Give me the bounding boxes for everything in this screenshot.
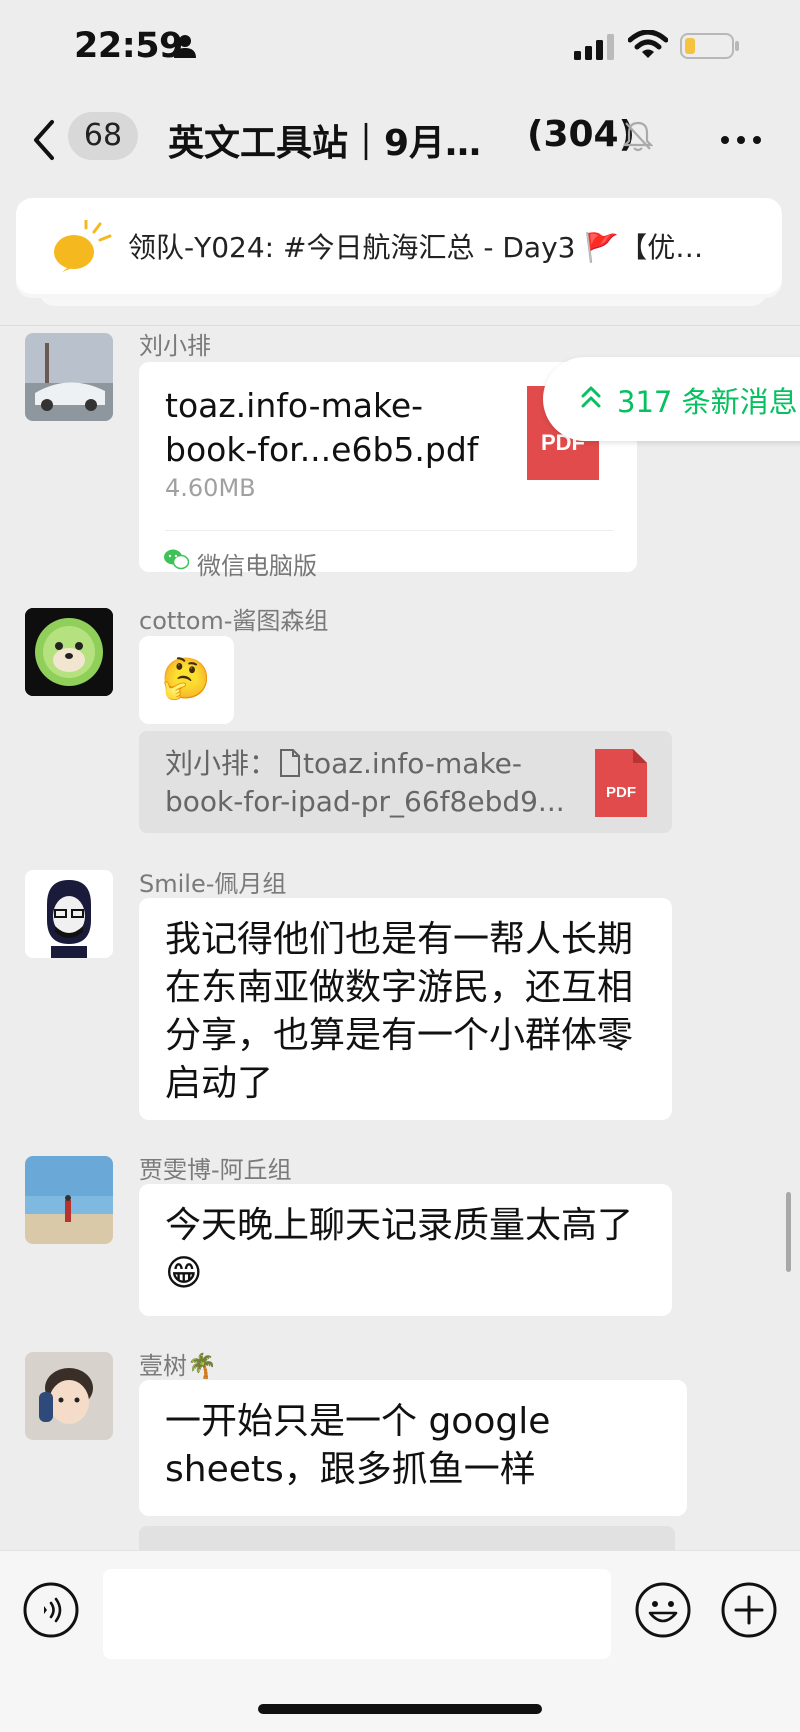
pinned-message-text: 领队-Y024: #今日航海汇总 - Day3 🚩【优… — [128, 231, 704, 264]
new-messages-button[interactable]: 317 条新消息 — [543, 357, 800, 441]
pdf-file-icon: PDF — [595, 749, 647, 821]
emoji-picker-icon[interactable] — [634, 1581, 692, 1643]
wechat-pc-icon — [163, 548, 190, 574]
avatar[interactable] — [25, 608, 113, 696]
sender-name: cottom-酱图森组 — [139, 607, 329, 635]
emoji-thinking: 🤔 — [161, 656, 211, 702]
file-name: toaz.info-make-book-for...e6b5.pdf — [165, 386, 479, 469]
quote-author: 刘小排： — [165, 747, 278, 780]
home-indicator — [258, 1704, 542, 1714]
status-bar: 22:59 — [0, 0, 800, 100]
file-source: 微信电脑版 — [197, 552, 317, 580]
status-time: 22:59 — [74, 26, 183, 66]
more-options-icon[interactable] — [720, 130, 762, 149]
pdf-label: PDF — [606, 784, 636, 801]
back-arrow-icon[interactable] — [30, 118, 58, 166]
sender-name: Smile-佩月组 — [139, 870, 287, 898]
text-message[interactable]: 一开始只是一个 google sheets，跟多抓鱼一样 — [139, 1380, 687, 1516]
text-message[interactable]: 我记得他们也是有一帮人长期在东南亚做数字游民，还互相分享，也算是有一个小群体零启… — [139, 898, 672, 1120]
unread-count-badge[interactable]: 68 — [68, 112, 138, 160]
voice-input-icon[interactable] — [22, 1581, 80, 1643]
chat-header: 68 英文工具站｜9月… (304) — [0, 100, 800, 180]
avatar[interactable] — [25, 333, 113, 421]
message-text: 我记得他们也是有一帮人长期在东南亚做数字游民，还互相分享，也算是有一个小群体零启… — [165, 919, 634, 1104]
battery-icon — [680, 33, 740, 63]
message-input[interactable] — [103, 1569, 611, 1659]
emoji-message[interactable]: 🤔 — [139, 636, 234, 724]
chat-title[interactable]: 英文工具站｜9月… — [168, 114, 481, 166]
pinned-announcement[interactable]: 领队-Y024: #今日航海汇总 - Day3 🚩【优… — [16, 198, 782, 294]
scroll-indicator[interactable] — [786, 1192, 791, 1272]
message-text: 今天晚上聊天记录质量太高了😁 — [165, 1205, 634, 1294]
text-message[interactable]: 今天晚上聊天记录质量太高了😁 — [139, 1184, 672, 1316]
sender-name: 贾雯博-阿丘组 — [139, 1156, 292, 1184]
new-messages-label: 317 条新消息 — [617, 385, 798, 419]
divider — [0, 325, 800, 326]
file-divider — [165, 530, 613, 531]
message-text: 一开始只是一个 google sheets，跟多抓鱼一样 — [165, 1401, 551, 1490]
quoted-message[interactable]: 刘小排： toaz.info-make- book-for-ipad-pr_66f… — [139, 731, 672, 833]
mute-bell-icon — [622, 120, 654, 156]
double-chevron-up-icon — [581, 385, 601, 413]
person-icon — [174, 34, 196, 62]
sender-name: 刘小排 — [139, 332, 211, 360]
avatar[interactable] — [25, 1156, 113, 1244]
cellular-signal-icon — [574, 34, 618, 64]
plus-icon[interactable] — [720, 1581, 778, 1643]
file-size: 4.60MB — [165, 474, 256, 502]
wifi-icon — [627, 29, 669, 64]
avatar[interactable] — [25, 870, 113, 958]
member-count: (304) — [527, 114, 636, 155]
avatar[interactable] — [25, 1352, 113, 1440]
document-icon — [279, 749, 301, 787]
sender-name: 壹树🌴 — [139, 1352, 217, 1380]
quote-line-2: book-for-ipad-pr_66f8ebd9... — [165, 785, 565, 818]
announcement-sun-icon — [50, 218, 116, 278]
quote-line-1: toaz.info-make- — [303, 747, 522, 780]
